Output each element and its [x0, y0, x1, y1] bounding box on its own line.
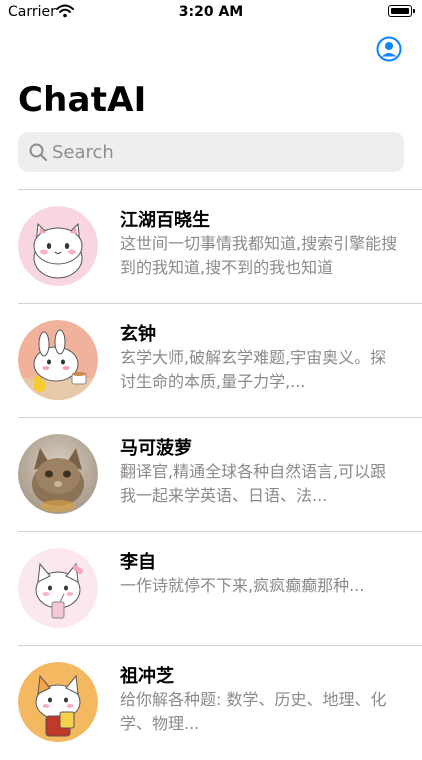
chat-name: 马可菠萝 [120, 438, 192, 459]
chat-list: 江湖百晓生 这世间一切事情我都知道,搜索引擎能搜到的我知道,搜不到的我也知道 玄… [0, 190, 422, 760]
chat-row-xuanzhong[interactable]: 玄钟 玄学大师,破解玄学难题,宇宙奥义。探讨生命的本质,量子力学,... [0, 304, 422, 418]
cat-with-fan-avatar-icon [18, 662, 98, 742]
status-bar: Carrier 3:20 AM [0, 0, 422, 24]
chat-description: 翻译官,精通全球各种自然语言,可以跟我一起来学英语、日语、法... [120, 462, 387, 505]
chat-name: 江湖百晓生 [120, 210, 210, 231]
rabbit-with-duck-avatar-icon [18, 320, 98, 400]
chat-description: 这世间一切事情我都知道,搜索引擎能搜到的我知道,搜不到的我也知道 [120, 234, 398, 277]
chat-row-zuchongzhi[interactable]: 祖冲芝 给你解各种题: 数学、历史、地理、化学、物理... [0, 646, 422, 760]
chat-row-lizi[interactable]: 李自 一作诗就停不下来,疯疯癫癫那种... [0, 532, 422, 646]
page-title: ChatAI [18, 80, 147, 120]
chat-name: 祖冲芝 [120, 666, 174, 687]
chat-description: 给你解各种题: 数学、历史、地理、化学、物理... [120, 690, 387, 733]
chat-name: 李自 [120, 552, 156, 573]
chat-name: 玄钟 [120, 324, 156, 345]
search-input[interactable] [52, 132, 392, 172]
chat-description: 玄学大师,破解玄学难题,宇宙奥义。探讨生命的本质,量子力学,... [120, 348, 387, 391]
chat-row-makeboluo[interactable]: 马可菠萝 翻译官,精通全球各种自然语言,可以跟我一起来学英语、日语、法... [0, 418, 422, 532]
search-icon [29, 143, 48, 162]
cat-with-drink-avatar-icon [18, 548, 98, 628]
battery-icon [388, 5, 415, 17]
search-bar[interactable] [18, 132, 404, 172]
white-cat-avatar-icon [18, 206, 98, 286]
profile-button[interactable] [376, 36, 402, 62]
status-time: 3:20 AM [178, 4, 244, 20]
chat-row-jianghu[interactable]: 江湖百晓生 这世间一切事情我都知道,搜索引擎能搜到的我知道,搜不到的我也知道 [0, 190, 422, 304]
kitten-photo-avatar [18, 434, 98, 514]
chat-description: 一作诗就停不下来,疯疯癫癫那种... [120, 576, 365, 595]
